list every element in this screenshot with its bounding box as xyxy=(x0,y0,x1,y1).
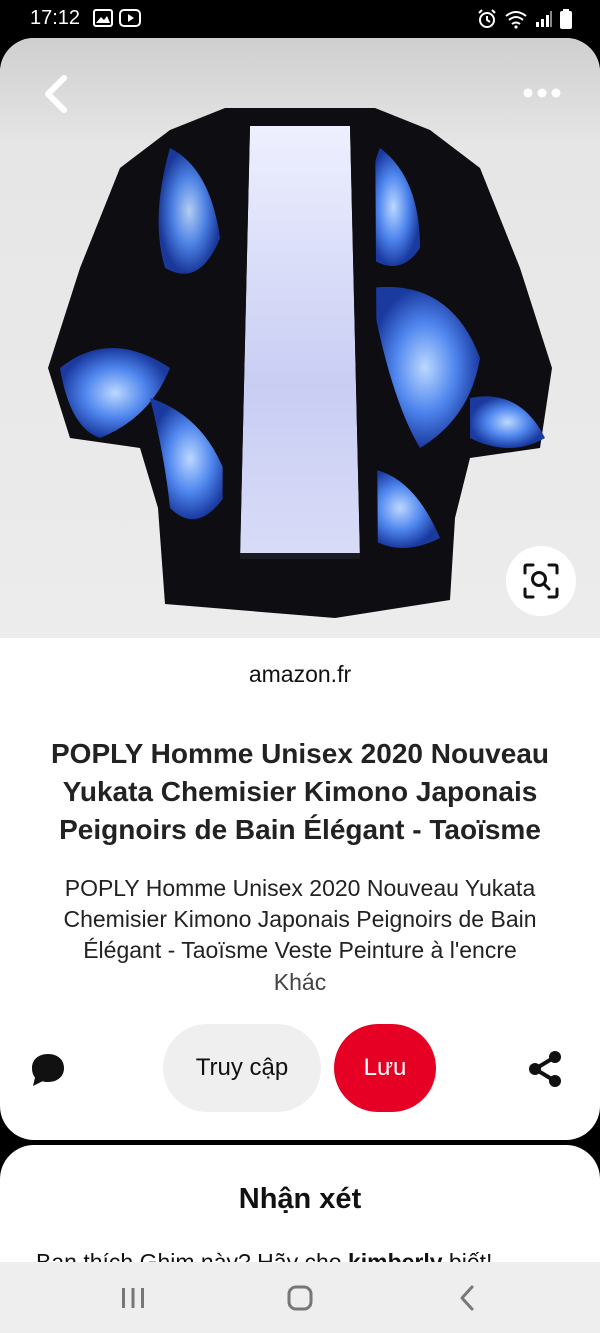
comment-button[interactable] xyxy=(28,1050,68,1090)
youtube-icon xyxy=(119,9,141,27)
status-time: 17:12 xyxy=(30,7,81,29)
more-link[interactable]: Khác xyxy=(0,969,600,996)
status-right-icons xyxy=(477,9,572,29)
pin-description: POPLY Homme Unisex 2020 Nouveau Yukata C… xyxy=(63,875,537,963)
wifi-icon xyxy=(505,11,527,29)
comments-title: Nhận xét xyxy=(238,1183,362,1215)
share-icon xyxy=(529,1051,561,1087)
lens-search-icon xyxy=(523,563,559,599)
action-row: Truy cập Lưu xyxy=(0,1024,600,1112)
back-button[interactable] xyxy=(36,72,76,116)
visit-button[interactable]: Truy cập xyxy=(163,1024,321,1112)
speech-bubble-icon xyxy=(32,1054,64,1086)
save-button[interactable]: Lưu xyxy=(334,1024,436,1112)
pin-image[interactable] xyxy=(0,38,600,638)
nav-back-button[interactable] xyxy=(448,1280,488,1316)
home-button[interactable] xyxy=(280,1280,320,1316)
home-icon xyxy=(287,1285,313,1311)
status-left-icons xyxy=(93,9,141,27)
kimono-image xyxy=(48,108,552,618)
battery-icon xyxy=(560,9,572,29)
ellipsis-icon xyxy=(523,88,561,98)
gallery-icon xyxy=(93,9,113,27)
recents-button[interactable] xyxy=(113,1280,153,1316)
share-button[interactable] xyxy=(526,1050,564,1088)
back-arrow-icon xyxy=(460,1285,474,1311)
source-domain[interactable]: amazon.fr xyxy=(0,661,600,688)
signal-icon xyxy=(536,11,552,27)
pin-title: POPLY Homme Unisex 2020 Nouveau Yukata C… xyxy=(51,738,549,845)
chevron-left-icon xyxy=(45,75,67,113)
system-nav-bar xyxy=(0,1262,600,1333)
pin-card: amazon.fr POPLY Homme Unisex 2020 Nouvea… xyxy=(0,38,600,1140)
alarm-icon xyxy=(478,9,496,28)
more-options-button[interactable] xyxy=(520,78,564,108)
visual-search-button[interactable] xyxy=(506,546,576,616)
recents-icon xyxy=(122,1288,144,1308)
status-bar: 17:12 xyxy=(0,0,600,38)
